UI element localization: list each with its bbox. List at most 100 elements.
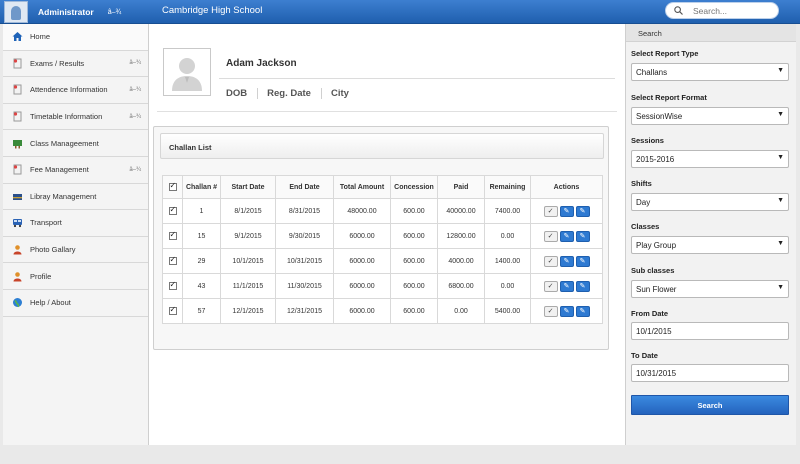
edit-button[interactable]: ✎ [559,230,574,242]
report-format-value: SessionWise [636,112,683,121]
end-date: 8/31/2015 [275,198,334,224]
end-date: 10/31/2015 [275,248,334,274]
sidebar-item-label: Timetable Information [30,112,103,122]
column-header: Start Date [220,175,276,199]
row-checkbox[interactable] [168,305,177,315]
view-button[interactable]: ✓ [543,255,558,267]
sidebar-item-home[interactable]: Home [3,24,148,51]
challan-number: 29 [182,248,221,274]
shifts-select[interactable]: Day ▼ [631,193,789,211]
row-checkbox[interactable] [168,280,177,290]
sidebar-item-label: Profile [30,271,52,281]
challan-number: 15 [182,223,221,249]
admin-menu[interactable]: Administrator â–¾ [0,0,148,24]
sidebar-item-exams[interactable]: Exams / Results â–¾ [3,50,148,78]
remaining: 5400.00 [484,298,531,324]
end-date: 11/30/2015 [275,273,334,299]
paid: 12800.00 [437,223,485,249]
sidebar-item-class-management[interactable]: Class Manageement [3,130,148,157]
column-header: End Date [275,175,334,199]
to-date-field[interactable]: 10/31/2015 [631,364,789,382]
view-button[interactable]: ✓ [543,205,558,217]
classes-label: Classes [631,222,660,231]
concession: 600.00 [390,223,438,249]
report-format-select[interactable]: SessionWise ▼ [631,107,789,125]
report-type-select[interactable]: Challans ▼ [631,63,789,81]
edit-button[interactable]: ✎ [575,205,590,217]
total-amount: 48000.00 [333,198,391,224]
to-date-label: To Date [631,351,658,360]
table-header-row: Challan # Start Date End Date Total Amou… [162,175,603,199]
paid: 4000.00 [437,248,485,274]
view-button[interactable]: ✓ [543,305,558,317]
top-header: Administrator â–¾ Cambridge High School [0,0,800,24]
start-date: 12/1/2015 [220,298,276,324]
view-button[interactable]: ✓ [543,280,558,292]
edit-button[interactable]: ✎ [559,305,574,317]
row-checkbox[interactable] [168,255,177,265]
sidebar-item-transport[interactable]: Transport [3,210,148,237]
column-header: Total Amount [333,175,391,199]
chevron-down-icon: ▼ [777,197,784,204]
sessions-value: 2015-2016 [636,155,675,164]
divider [219,78,615,79]
subclasses-select[interactable]: Sun Flower ▼ [631,280,789,298]
search-panel: Search Select Report Type Challans ▼ Sel… [625,24,796,445]
column-header: Remaining [484,175,531,199]
sidebar-item-timetable[interactable]: Timetable Information â–¾ [3,103,148,131]
search-icon [674,6,683,15]
start-date: 9/1/2015 [220,223,276,249]
select-all-checkbox[interactable] [168,181,177,191]
search-input[interactable] [693,5,773,16]
edit-button[interactable]: ✎ [575,280,590,292]
from-date-field[interactable]: 10/1/2015 [631,322,789,340]
report-type-label: Select Report Type [631,49,699,58]
subclasses-value: Sun Flower [636,285,677,294]
row-checkbox[interactable] [168,230,177,240]
chevron-down-icon: ▼ [777,111,784,118]
end-date: 9/30/2015 [275,223,334,249]
chevron-down-icon: ▼ [777,240,784,247]
table-row: 15 9/1/2015 9/30/2015 6000.00 600.00 128… [162,223,603,249]
table-row: 1 8/1/2015 8/31/2015 48000.00 600.00 400… [162,198,603,224]
divider [157,111,617,112]
view-button[interactable]: ✓ [543,230,558,242]
student-name: Adam Jackson [226,58,297,69]
search-panel-title: Search [626,24,796,42]
header-search[interactable] [665,2,779,19]
class-icon [13,139,22,149]
row-checkbox[interactable] [168,205,177,215]
panel-header: Challan List [160,133,604,159]
edit-button[interactable]: ✎ [575,305,590,317]
table-row: 57 12/1/2015 12/31/2015 6000.00 600.00 0… [162,298,603,324]
challan-panel: Challan List Challan # Start Date End Da… [153,126,609,350]
row-select-cell [162,298,183,324]
column-header: Paid [437,175,485,199]
remaining: 1400.00 [484,248,531,274]
profile-meta: DOB Reg. Date City [226,88,368,99]
sidebar-item-photo-gallary[interactable]: Photo Gallary [3,236,148,264]
chevron-down-icon: â–¾ [129,166,141,173]
remaining: 0.00 [484,273,531,299]
sessions-select[interactable]: 2015-2016 ▼ [631,150,789,168]
edit-button[interactable]: ✎ [559,205,574,217]
sidebar-item-attendence[interactable]: Attendence Information â–¾ [3,77,148,104]
edit-button[interactable]: ✎ [559,255,574,267]
search-button[interactable]: Search [631,395,789,415]
classes-select[interactable]: Play Group ▼ [631,236,789,254]
home-icon [12,32,23,42]
edit-button[interactable]: ✎ [575,230,590,242]
concession: 600.00 [390,298,438,324]
edit-button[interactable]: ✎ [575,255,590,267]
sidebar-item-label: Exams / Results [30,58,85,68]
sidebar-item-library-management[interactable]: Libray Management [3,183,148,211]
edit-button[interactable]: ✎ [559,280,574,292]
document-icon [13,164,22,175]
chevron-down-icon: â–¾ [129,60,141,67]
sidebar-item-profile[interactable]: Profile [3,263,148,290]
sidebar-item-label: Libray Management [30,191,97,201]
sidebar-item-fee-management[interactable]: Fee Management â–¾ [3,156,148,184]
sidebar-item-help-about[interactable]: Help / About [3,289,148,317]
shifts-value: Day [636,198,651,207]
challan-table: Challan # Start Date End Date Total Amou… [162,175,603,324]
